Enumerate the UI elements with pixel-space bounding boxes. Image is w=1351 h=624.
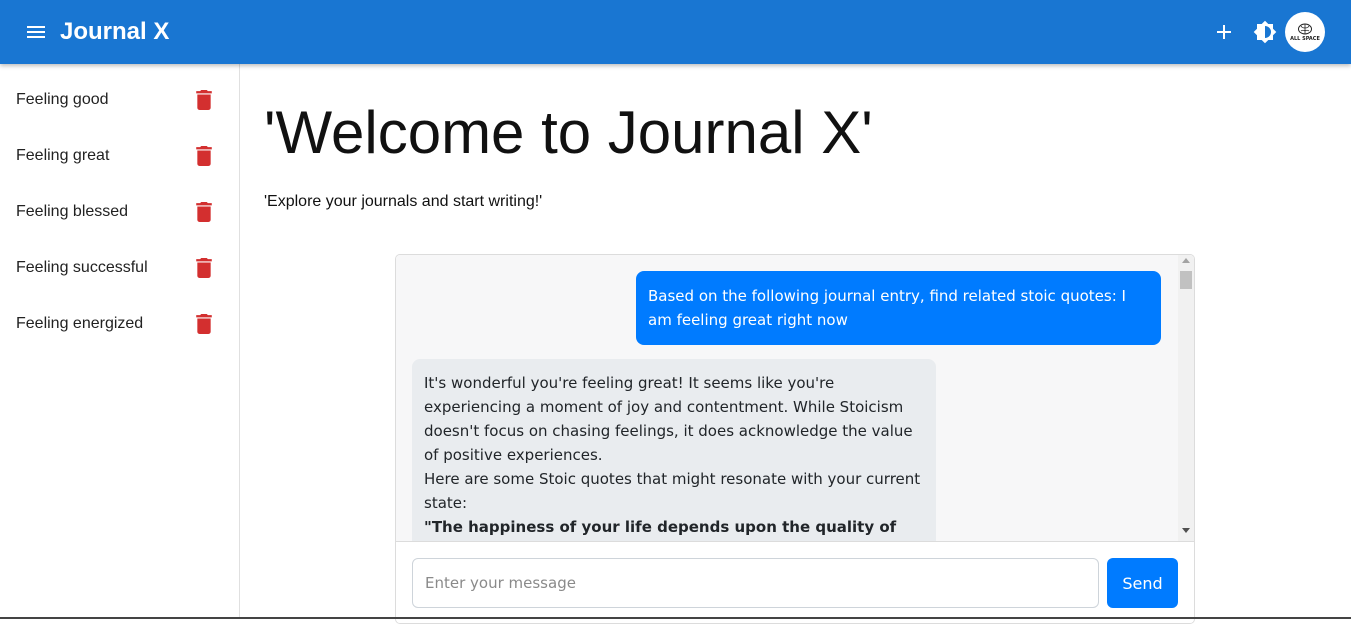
sidebar-item-label: Feeling blessed — [16, 203, 129, 220]
sidebar-item-feeling-successful[interactable]: Feeling successful — [0, 240, 239, 296]
chat-panel: Based on the following journal entry, fi… — [395, 254, 1195, 624]
brain-icon — [1298, 23, 1312, 34]
avatar[interactable]: ALL SPACE — [1285, 12, 1325, 52]
main-content: 'Welcome to Journal X' 'Explore your jou… — [240, 64, 1351, 624]
avatar-label: ALL SPACE — [1290, 35, 1320, 42]
sidebar-item-label: Feeling great — [16, 147, 110, 164]
scroll-up-arrow-icon[interactable] — [1182, 258, 1190, 263]
add-icon[interactable] — [1212, 20, 1236, 44]
sidebar-item-label: Feeling energized — [16, 315, 144, 332]
sidebar-item-feeling-blessed[interactable]: Feeling blessed — [0, 184, 239, 240]
scroll-down-arrow-icon[interactable] — [1182, 528, 1190, 533]
sidebar-item-feeling-great[interactable]: Feeling great — [0, 128, 239, 184]
assistant-message-quote: "The happiness of your life depends upon… — [424, 518, 897, 536]
trash-icon[interactable] — [195, 314, 213, 334]
journal-sidebar: Feeling good Feeling great Feeling bless… — [0, 64, 240, 619]
brightness-icon[interactable] — [1253, 20, 1277, 44]
sidebar-item-label: Feeling successful — [16, 259, 148, 276]
scrollbar-thumb[interactable] — [1180, 271, 1192, 289]
send-button[interactable]: Send — [1107, 558, 1178, 608]
sidebar-item-label: Feeling good — [16, 91, 109, 108]
trash-icon[interactable] — [195, 90, 213, 110]
trash-icon[interactable] — [195, 146, 213, 166]
page-subtitle: 'Explore your journals and start writing… — [264, 193, 543, 210]
assistant-message-lead: Here are some Stoic quotes that might re… — [424, 470, 921, 512]
trash-icon[interactable] — [195, 258, 213, 278]
message-composer: Send — [396, 541, 1194, 623]
sidebar-item-feeling-good[interactable]: Feeling good — [0, 72, 239, 128]
page-title: 'Welcome to Journal X' — [264, 99, 873, 166]
menu-icon[interactable] — [24, 20, 48, 44]
chat-scrollbar[interactable] — [1178, 255, 1194, 541]
app-bar: Journal X ALL SPACE — [0, 0, 1351, 64]
chat-messages[interactable]: Based on the following journal entry, fi… — [396, 255, 1194, 541]
sidebar-item-feeling-energized[interactable]: Feeling energized — [0, 296, 239, 352]
app-title: Journal X — [60, 18, 170, 45]
message-input[interactable] — [412, 558, 1099, 608]
user-message: Based on the following journal entry, fi… — [636, 271, 1161, 345]
assistant-message-intro: It's wonderful you're feeling great! It … — [424, 374, 913, 464]
trash-icon[interactable] — [195, 202, 213, 222]
assistant-message: It's wonderful you're feeling great! It … — [412, 359, 936, 541]
